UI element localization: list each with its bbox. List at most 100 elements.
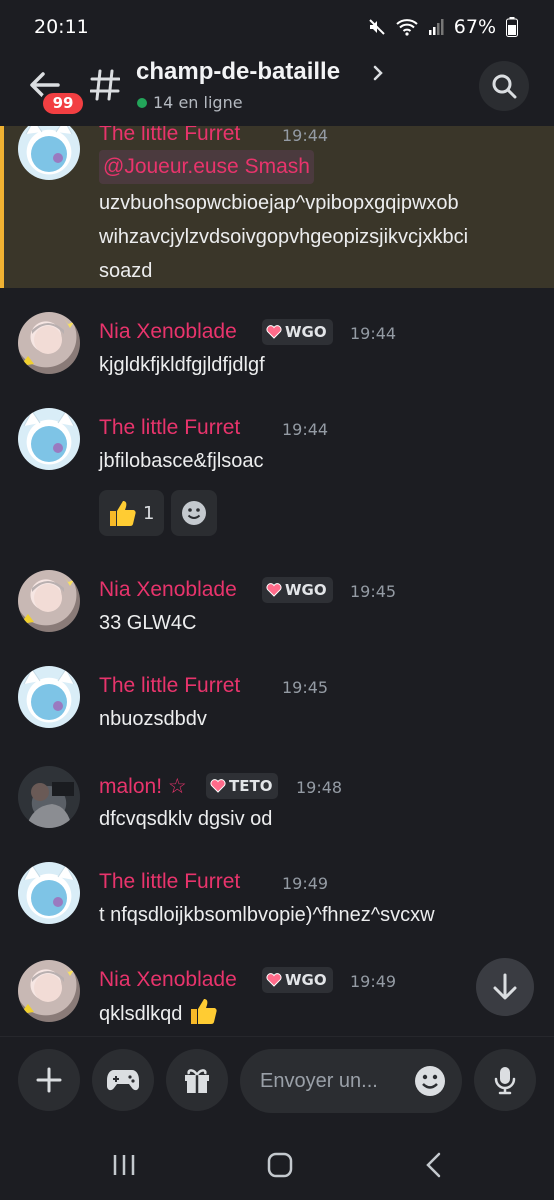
message-time: 19:49 <box>350 972 397 991</box>
role-label: WGO <box>285 971 327 989</box>
message-list[interactable]: The little Furret 19:44 @Joueur.euse Sma… <box>0 126 554 1036</box>
avatar[interactable] <box>18 408 80 470</box>
message-author[interactable]: The little Furret <box>99 674 240 698</box>
message-time: 19:44 <box>282 420 329 439</box>
heart-icon <box>266 583 282 597</box>
message-input-placeholder: Envoyer un... <box>260 1069 378 1092</box>
avatar[interactable] <box>18 960 80 1022</box>
avatar-image <box>25 126 73 172</box>
message-item[interactable]: malon! ☆ TETO 19:48 dfcvqsdklv dgsiv od <box>0 766 554 846</box>
role-label: WGO <box>285 581 327 599</box>
back-button[interactable] <box>414 1150 454 1180</box>
heart-icon <box>210 779 226 793</box>
message-text-line: soazd <box>99 260 153 282</box>
message-text: t nfqsdloijkbsomlbvopie)^fhnez^svcxw <box>99 904 435 926</box>
avatar-image <box>23 410 75 462</box>
jump-to-bottom-button[interactable] <box>476 958 534 1016</box>
recents-icon <box>113 1155 135 1175</box>
clock: 20:11 <box>34 16 89 38</box>
message-item[interactable]: The little Furret 19:44 @Joueur.euse Sma… <box>0 126 554 288</box>
signal-icon <box>428 19 444 35</box>
role-tag[interactable]: WGO <box>262 319 333 345</box>
message-author[interactable]: The little Furret <box>99 126 240 146</box>
message-author[interactable]: The little Furret <box>99 870 240 894</box>
arrow-down-icon <box>493 973 517 1000</box>
heart-icon <box>266 973 282 987</box>
message-time: 19:45 <box>350 582 397 601</box>
status-icons: 67% <box>368 16 518 38</box>
role-tag[interactable]: WGO <box>262 577 333 603</box>
message-item[interactable]: Nia Xenoblade WGO 19:49 qklsdlkqd <box>0 960 554 1036</box>
message-author[interactable]: Nia Xenoblade <box>99 968 237 992</box>
plus-icon <box>36 1067 62 1093</box>
gift-icon <box>185 1069 209 1093</box>
message-text-line: wihzavcjylzvdsoivgopvhgeopizsjikvcjxkbci <box>99 226 469 248</box>
message-time: 19:44 <box>282 126 329 145</box>
avatar-image <box>23 668 75 720</box>
message-item[interactable]: Nia Xenoblade WGO 19:45 33 GLW4C <box>0 570 554 650</box>
avatar-image <box>20 966 74 1014</box>
thumbs-up-icon <box>110 501 136 526</box>
message-text: qklsdlkqd <box>99 996 539 1031</box>
emoji-picker-icon[interactable] <box>412 1063 448 1099</box>
online-count: 14 en ligne <box>137 93 243 112</box>
home-icon <box>267 1152 293 1178</box>
chevron-right-icon[interactable] <box>371 65 385 81</box>
search-button[interactable] <box>479 61 529 111</box>
user-mention[interactable]: @Joueur.euse Smash <box>99 150 314 184</box>
wifi-icon <box>396 19 418 36</box>
smiley-icon <box>182 501 207 525</box>
avatar[interactable] <box>18 666 80 728</box>
message-text-line: uzvbuohsopwcbioejap^vpibopxgqipwxob <box>99 192 459 214</box>
gamepad-icon <box>107 1070 139 1091</box>
home-button[interactable] <box>260 1150 300 1180</box>
avatar[interactable] <box>18 126 80 180</box>
channel-hash-icon <box>90 69 120 101</box>
message-item[interactable]: The little Furret 19:49 t nfqsdloijkbsom… <box>0 862 554 942</box>
message-item[interactable]: The little Furret 19:45 nbuozsdbdv <box>0 666 554 746</box>
message-author[interactable]: malon! ☆ <box>99 774 187 799</box>
avatar-image <box>23 864 75 916</box>
message-time: 19:45 <box>282 678 329 697</box>
message-text: jbfilobasce&fjlsoac <box>99 450 264 472</box>
role-label: TETO <box>229 777 273 795</box>
status-bar: 20:11 67% <box>0 0 554 54</box>
message-text-content: qklsdlkqd <box>99 1003 183 1025</box>
role-tag[interactable]: TETO <box>206 773 279 799</box>
message-author[interactable]: The little Furret <box>99 416 240 440</box>
message-text: dfcvqsdklv dgsiv od <box>99 808 273 830</box>
message-item[interactable]: Nia Xenoblade WGO 19:44 kjgldkfjkldfgjld… <box>0 312 554 392</box>
add-attachment-button[interactable] <box>18 1049 80 1111</box>
avatar-image <box>20 576 74 624</box>
reaction-thumbs-up[interactable]: 1 <box>99 490 165 536</box>
channel-name[interactable]: champ-de-bataille <box>136 58 340 86</box>
message-item[interactable]: The little Furret 19:44 jbfilobasce&fjls… <box>0 408 554 538</box>
reaction-count: 1 <box>143 502 155 524</box>
message-time: 19:44 <box>350 324 397 343</box>
avatar[interactable] <box>18 570 80 632</box>
role-label: WGO <box>285 323 327 341</box>
message-time: 19:49 <box>282 874 329 893</box>
avatar[interactable] <box>18 862 80 924</box>
avatar[interactable] <box>18 766 80 828</box>
message-text: 33 GLW4C <box>99 612 197 634</box>
gift-button[interactable] <box>166 1049 228 1111</box>
avatar-image <box>20 318 74 366</box>
message-author[interactable]: Nia Xenoblade <box>99 578 237 602</box>
add-reaction-button[interactable] <box>171 490 218 536</box>
role-tag[interactable]: WGO <box>262 967 333 993</box>
microphone-icon <box>494 1067 516 1095</box>
unread-badge: 99 <box>40 90 86 117</box>
message-composer: Envoyer un... <box>0 1036 554 1130</box>
reaction-bar: 1 <box>99 490 218 536</box>
avatar[interactable] <box>18 312 80 374</box>
message-input[interactable]: Envoyer un... <box>240 1049 462 1113</box>
recent-apps-button[interactable] <box>104 1150 144 1180</box>
battery-percent: 67% <box>453 16 496 38</box>
message-time: 19:48 <box>296 778 343 797</box>
message-author[interactable]: Nia Xenoblade <box>99 320 237 344</box>
activities-button[interactable] <box>92 1049 154 1111</box>
heart-icon <box>266 325 282 339</box>
voice-message-button[interactable] <box>474 1049 536 1111</box>
avatar-image <box>26 782 74 828</box>
